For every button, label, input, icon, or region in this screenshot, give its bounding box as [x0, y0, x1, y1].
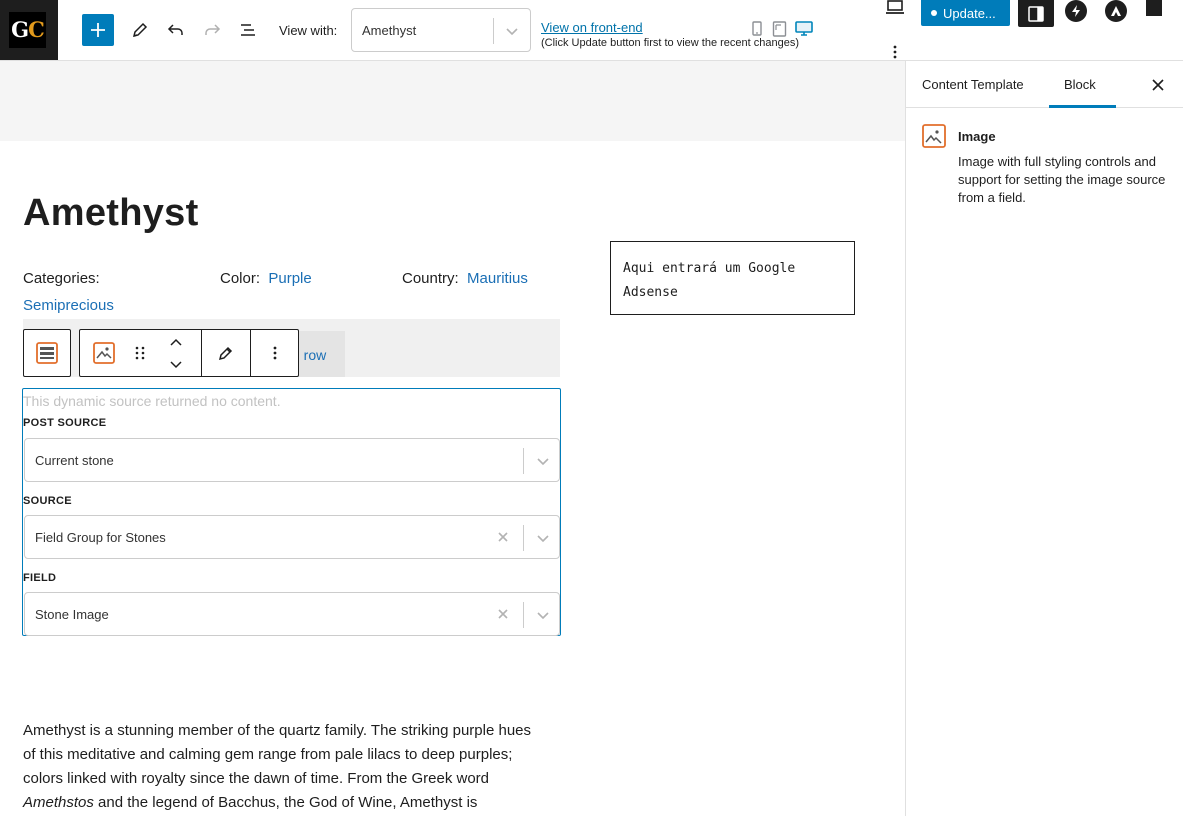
unsaved-dot: [931, 10, 937, 16]
clear-icon[interactable]: [495, 529, 511, 545]
undo-button[interactable]: [160, 14, 192, 46]
astra-icon: [1111, 6, 1121, 16]
sidebar-panel-icon: [1028, 5, 1044, 22]
update-button[interactable]: Update...: [921, 0, 1010, 26]
block-options-button[interactable]: [251, 330, 299, 376]
settings-sidebar: Content Template Block Image Image with …: [905, 61, 1183, 816]
source-value: Field Group for Stones: [35, 530, 166, 545]
empty-source-message: This dynamic source returned no content.: [23, 393, 281, 409]
categories-label: Categories:: [23, 270, 100, 287]
front-end-hint: (Click Update button first to view the r…: [541, 37, 800, 49]
source-label: SOURCE: [23, 495, 72, 507]
edit-button[interactable]: [202, 330, 250, 376]
tablet-preview-icon[interactable]: [772, 21, 787, 37]
block-type-button[interactable]: [80, 330, 128, 376]
block-toolbar: [79, 329, 299, 377]
site-logo-button[interactable]: GC: [0, 0, 58, 60]
country-meta: Country: Mauritius: [402, 270, 528, 287]
chevron-down-icon: [170, 360, 182, 368]
tools-button[interactable]: [124, 14, 156, 46]
view-on-front-end-link[interactable]: View on front-end: [541, 20, 643, 35]
chevron-down-icon[interactable]: [533, 451, 553, 471]
post-source-value: Current stone: [35, 453, 114, 468]
add-block-button[interactable]: [82, 14, 114, 46]
site-logo: GC: [9, 12, 46, 48]
editor-canvas: Amethyst Categories: Semiprecious Color:…: [0, 61, 905, 816]
active-tab-indicator: [1049, 105, 1116, 108]
categories-value-wrap: Semiprecious: [23, 297, 114, 314]
chevron-down-icon[interactable]: [502, 21, 522, 41]
view-with-value: Amethyst: [362, 23, 417, 38]
settings-toggle-button[interactable]: [1018, 0, 1054, 27]
bolt-icon: [1072, 5, 1080, 17]
categories-link[interactable]: Semiprecious: [23, 297, 114, 314]
kebab-icon: [273, 346, 277, 360]
paragraph-text-1: Amethyst is a stunning member of the qua…: [23, 722, 532, 787]
move-down-button[interactable]: [162, 353, 190, 376]
document-overview-button[interactable]: [232, 14, 264, 46]
chevron-down-icon[interactable]: [533, 605, 553, 625]
color-label: Color:: [220, 270, 261, 287]
description-paragraph[interactable]: Amethyst is a stunning member of the qua…: [23, 719, 533, 815]
select-separator: [523, 602, 524, 628]
tab-block[interactable]: Block: [1064, 77, 1096, 92]
image-block[interactable]: This dynamic source returned no content.…: [22, 388, 561, 636]
plus-icon: [91, 23, 105, 37]
paragraph-italic: Amethstos: [23, 794, 94, 811]
field-value: Stone Image: [35, 607, 109, 622]
close-icon[interactable]: [1149, 76, 1167, 94]
desktop-preview-icon[interactable]: [795, 21, 813, 37]
canvas-header-area: [0, 61, 905, 141]
select-separator: [523, 525, 524, 551]
block-card-title: Image: [958, 129, 996, 144]
select-separator: [493, 18, 494, 44]
options-kebab-icon[interactable]: [889, 44, 901, 60]
clear-icon[interactable]: [495, 606, 511, 622]
country-link[interactable]: Mauritius: [467, 270, 528, 287]
redo-icon: [205, 24, 221, 35]
plugin-bolt-button[interactable]: [1065, 0, 1087, 22]
image-block-icon: [922, 124, 946, 148]
plugin-square-button[interactable]: [1146, 0, 1162, 16]
update-label: Update...: [943, 5, 996, 21]
undo-icon: [167, 24, 183, 35]
select-parent-block-button[interactable]: [23, 329, 71, 377]
table-block-icon: [36, 342, 58, 364]
paragraph-text-2: and the legend of Bacchus, the God of Wi…: [93, 794, 478, 811]
logo-letter-c: C: [28, 17, 45, 42]
sidebar-tabs: Content Template Block: [906, 61, 1183, 108]
view-with-label: View with:: [279, 23, 338, 38]
logo-letter-g: G: [11, 17, 29, 42]
color-meta: Color: Purple: [220, 270, 312, 287]
color-link[interactable]: Purple: [268, 270, 311, 287]
block-card-description: Image with full styling controls and sup…: [958, 154, 1166, 205]
preview-laptop-icon[interactable]: [885, 0, 905, 16]
editor-top-toolbar: GC View with: Amethyst View on front-end…: [0, 0, 1183, 61]
move-up-button[interactable]: [162, 330, 190, 353]
country-label: Country:: [402, 270, 459, 287]
view-with-select[interactable]: Amethyst: [351, 8, 531, 52]
redo-button[interactable]: [196, 14, 228, 46]
tab-content-template[interactable]: Content Template: [922, 77, 1024, 92]
image-block-icon: [93, 342, 115, 364]
chevron-up-icon: [170, 338, 182, 346]
post-source-select[interactable]: Current stone: [24, 438, 560, 482]
pencil-icon: [132, 22, 148, 38]
field-label: FIELD: [23, 572, 57, 584]
categories-meta: Categories:: [23, 270, 100, 287]
mobile-preview-icon[interactable]: [751, 21, 763, 37]
adsense-placeholder: Aqui entrará um Google Adsense: [610, 241, 855, 315]
plugin-astra-button[interactable]: [1105, 0, 1127, 22]
select-separator: [523, 448, 524, 474]
source-select[interactable]: Field Group for Stones: [24, 515, 560, 559]
drag-handle[interactable]: [128, 330, 152, 376]
pencil-icon: [218, 346, 233, 361]
post-title[interactable]: Amethyst: [23, 192, 199, 235]
post-source-label: POST SOURCE: [23, 417, 107, 429]
drag-handle-icon: [135, 346, 145, 360]
chevron-down-icon[interactable]: [533, 528, 553, 548]
field-select[interactable]: Stone Image: [24, 592, 560, 636]
list-view-icon: [241, 24, 255, 36]
